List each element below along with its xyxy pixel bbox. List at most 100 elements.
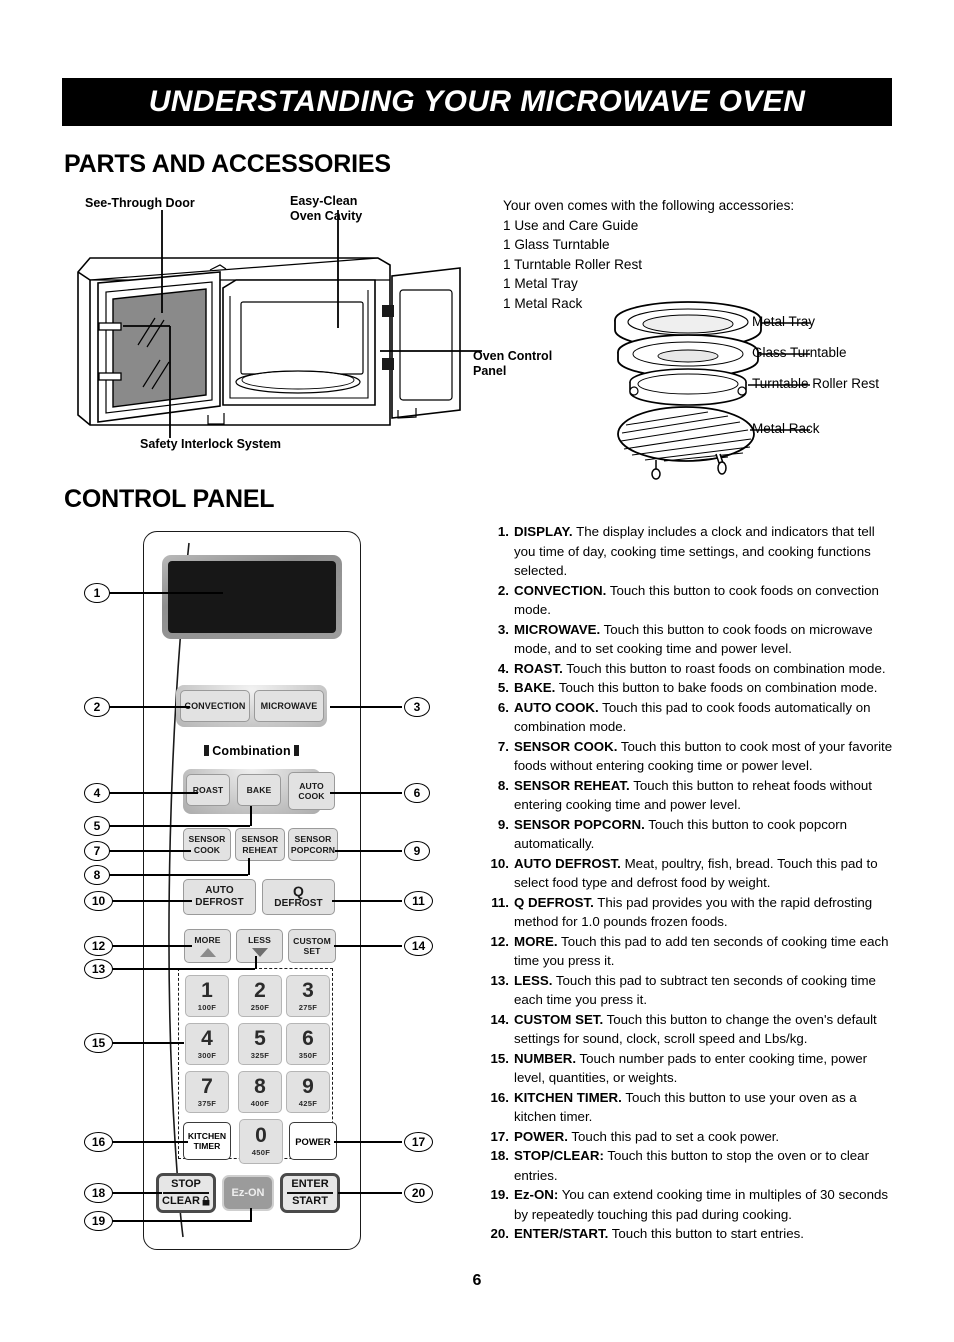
number-key-6[interactable]: 6 350F <box>286 1023 330 1065</box>
roast-button[interactable]: ROAST <box>186 774 230 806</box>
number-key-0[interactable]: 0 450F <box>239 1119 283 1164</box>
triangle-up-icon <box>199 947 216 957</box>
number-key-5[interactable]: 5 325F <box>238 1023 282 1065</box>
description-text: You can extend cooking time in multiples… <box>514 1187 889 1222</box>
description-term: AUTO COOK. <box>514 699 599 715</box>
description-item: 17. POWER. Touch this pad to set a cook p… <box>483 1127 895 1147</box>
display-screen <box>162 555 342 639</box>
sensor-reheat-button[interactable]: SENSOR REHEAT <box>235 828 285 861</box>
description-term: Q DEFROST. <box>514 894 594 910</box>
page-number: 6 <box>472 1272 482 1289</box>
display-readout <box>168 561 336 633</box>
bake-button[interactable]: BAKE <box>237 774 281 806</box>
description-number: 8. <box>497 777 509 793</box>
convection-button[interactable]: CONVECTION <box>180 690 250 722</box>
number-key-1[interactable]: 1 100F <box>185 975 229 1017</box>
description-term: NUMBER. <box>514 1050 577 1066</box>
number-key-8[interactable]: 8 400F <box>238 1071 282 1113</box>
description-item: 5. BAKE. Touch this button to bake foods … <box>483 678 895 698</box>
kitchen-timer-button[interactable]: KITCHEN TIMER <box>183 1122 231 1160</box>
description-term: CUSTOM SET. <box>514 1011 604 1027</box>
description-text: Touch this pad to subtract ten seconds o… <box>514 972 876 1008</box>
description-item: 13. LESS. Touch this pad to subtract ten … <box>483 971 895 1010</box>
number-key-2[interactable]: 2 250F <box>238 975 282 1017</box>
callout-7: 7 <box>84 841 110 861</box>
callout-16: 16 <box>84 1132 113 1152</box>
description-term: MORE. <box>514 933 558 949</box>
key-digit: 3 <box>302 978 314 1002</box>
description-body: SENSOR COOK. Touch this button to cook m… <box>514 737 895 776</box>
enter-start-button[interactable]: ENTER START <box>280 1173 340 1213</box>
description-item: 20. ENTER/START. Touch this button to sta… <box>483 1224 895 1244</box>
key-temp: 375F <box>197 1098 217 1108</box>
label-turntable-roller-rest: Turntable Roller Rest <box>752 376 880 391</box>
description-body: AUTO DEFROST. Meat, poultry, fish, bread… <box>514 854 895 893</box>
leader-14 <box>334 945 402 947</box>
label-oven-control-panel: Oven Control Panel <box>473 349 553 378</box>
key-temp: 425F <box>298 1098 318 1108</box>
description-body: STOP/CLEAR: Touch this button to stop th… <box>514 1146 895 1185</box>
number-key-9[interactable]: 9 425F <box>286 1071 330 1113</box>
description-number: 9. <box>497 816 509 832</box>
power-button[interactable]: POWER <box>289 1122 337 1160</box>
callout-4: 4 <box>84 783 110 803</box>
description-number: 3. <box>497 621 509 637</box>
description-number: 20. <box>490 1226 510 1241</box>
combination-text: Combination <box>212 744 291 758</box>
number-key-3[interactable]: 3 275F <box>286 975 330 1017</box>
description-term: ROAST. <box>514 660 563 676</box>
description-number: 13. <box>490 972 510 988</box>
accessory-item: 1 Use and Care Guide <box>503 217 639 233</box>
description-body: KITCHEN TIMER. Touch this button to use … <box>514 1088 895 1127</box>
description-item: 18. STOP/CLEAR: Touch this button to stop… <box>483 1146 895 1185</box>
description-item: 8. SENSOR REHEAT. Touch this button to re… <box>483 776 895 815</box>
callout-10: 10 <box>84 891 113 911</box>
description-item: 7. SENSOR COOK. Touch this button to cook… <box>483 737 895 776</box>
stop-clear-button[interactable]: STOP CLEAR <box>156 1173 216 1213</box>
description-item: 16. KITCHEN TIMER. Touch this button to u… <box>483 1088 895 1127</box>
ez-on-button[interactable]: Ez-ON <box>222 1175 274 1211</box>
combination-label: Combination <box>176 744 327 758</box>
callout-12: 12 <box>84 936 113 956</box>
q-glyph-icon: Q <box>293 883 304 899</box>
leader-11 <box>332 900 402 902</box>
microwave-button[interactable]: MICROWAVE <box>254 690 324 722</box>
key-digit: 8 <box>254 1074 266 1098</box>
description-term: STOP/CLEAR: <box>514 1148 604 1163</box>
key-digit: 5 <box>254 1026 266 1050</box>
description-body: CUSTOM SET. Touch this button to change … <box>514 1010 895 1049</box>
less-button[interactable]: LESS <box>236 929 283 963</box>
description-body: MICROWAVE. Touch this button to cook foo… <box>514 620 895 659</box>
control-panel-heading: CONTROL PANEL <box>64 485 275 513</box>
label-metal-tray: Metal Tray <box>752 314 816 329</box>
key-digit: 4 <box>201 1026 213 1050</box>
number-key-7[interactable]: 7 375F <box>185 1071 229 1113</box>
leader-12 <box>112 945 192 947</box>
description-item: 12. MORE. Touch this pad to add ten secon… <box>483 932 895 971</box>
description-term: POWER. <box>514 1128 568 1144</box>
key-temp: 400F <box>250 1098 270 1108</box>
description-item: 2. CONVECTION. Touch this button to cook … <box>483 581 895 620</box>
sensor-popcorn-button[interactable]: SENSOR POPCORN <box>288 828 338 861</box>
description-body: SENSOR POPCORN. Touch this button to coo… <box>514 815 895 854</box>
auto-cook-button[interactable]: AUTO COOK <box>288 772 335 810</box>
stop-label: STOP <box>171 1178 201 1191</box>
callout-1: 1 <box>84 583 110 603</box>
label-metal-rack: Metal Rack <box>752 421 820 436</box>
auto-defrost-button[interactable]: AUTO DEFROST <box>183 879 256 915</box>
triangle-down-icon <box>251 947 268 957</box>
leader-9 <box>335 850 402 852</box>
custom-set-button[interactable]: CUSTOM SET <box>288 929 336 963</box>
description-number: 1. <box>497 524 509 539</box>
control-panel-description-list: 1. DISPLAY. The display includes a clock … <box>483 522 895 1244</box>
divider <box>287 1192 333 1194</box>
clear-label: CLEAR <box>162 1194 200 1207</box>
description-body: POWER. Touch this pad to set a cook powe… <box>514 1127 895 1147</box>
leader-8-v <box>248 858 250 875</box>
description-number: 11. <box>491 894 509 910</box>
q-defrost-button[interactable]: Q DEFROST <box>262 879 335 915</box>
description-number: 7. <box>497 738 509 754</box>
number-key-4[interactable]: 4 300F <box>185 1023 229 1065</box>
sensor-cook-button[interactable]: SENSOR COOK <box>183 828 231 861</box>
description-body: ENTER/START. Touch this button to start … <box>514 1224 895 1244</box>
